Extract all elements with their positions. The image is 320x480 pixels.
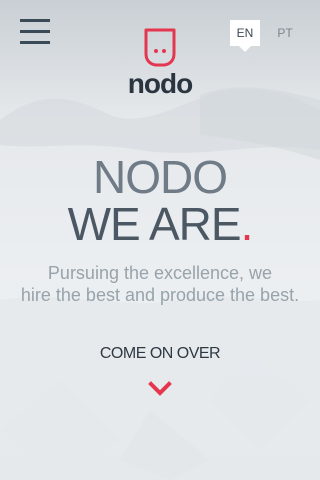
chevron-down-icon[interactable] — [148, 380, 172, 398]
hamburger-menu-icon[interactable] — [20, 19, 50, 45]
hero-title-line2: WE ARE. — [0, 200, 320, 248]
hero-subtitle: Pursuing the excellence, we hire the bes… — [0, 262, 320, 306]
language-pt-button[interactable]: PT — [270, 20, 300, 46]
hero-subtitle-line1: Pursuing the excellence, we — [47, 263, 273, 283]
logo-text: nodo — [127, 68, 193, 99]
hero-title-dot: . — [240, 198, 254, 250]
hero-subtitle-line2: hire the best and produce the best. — [20, 285, 300, 305]
come-on-over-link[interactable]: COME ON OVER — [60, 344, 260, 364]
logo[interactable]: nodo — [125, 28, 197, 100]
hero-title-line2-text: WE ARE — [67, 198, 242, 250]
nodo-face-icon — [144, 28, 176, 67]
hero-title-line1: NODO — [93, 151, 228, 203]
language-en-button[interactable]: EN — [230, 20, 260, 52]
